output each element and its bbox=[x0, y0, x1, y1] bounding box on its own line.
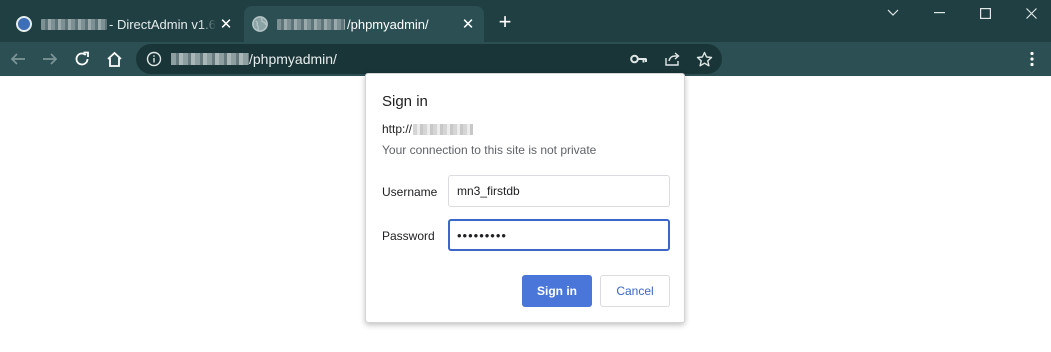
home-icon[interactable] bbox=[101, 46, 127, 72]
chevron-down-icon[interactable] bbox=[870, 0, 916, 26]
reload-icon[interactable] bbox=[69, 46, 95, 72]
dialog-origin: http:// bbox=[382, 122, 474, 136]
globe-icon bbox=[252, 16, 268, 32]
star-icon[interactable] bbox=[695, 50, 713, 68]
browser-toolbar: /phpmyadmin/ bbox=[0, 42, 1051, 76]
site-favicon-icon bbox=[16, 16, 32, 32]
connection-warning: Your connection to this site is not priv… bbox=[382, 143, 597, 157]
plus-icon[interactable]: + bbox=[494, 11, 516, 34]
dialog-title: Sign in bbox=[382, 93, 428, 110]
window-close-icon[interactable] bbox=[1008, 0, 1051, 26]
blurred-domain bbox=[171, 53, 249, 65]
close-icon[interactable]: ✕ bbox=[458, 14, 478, 34]
forward-arrow-icon[interactable] bbox=[37, 46, 63, 72]
sign-in-dialog: Sign in http:// Your connection to this … bbox=[365, 73, 685, 323]
key-icon[interactable] bbox=[630, 50, 648, 68]
sign-in-button[interactable]: Sign in bbox=[522, 275, 592, 307]
username-field[interactable] bbox=[448, 175, 670, 207]
blurred-domain bbox=[41, 18, 107, 30]
url-path: /phpmyadmin/ bbox=[249, 51, 337, 67]
back-arrow-icon[interactable] bbox=[5, 46, 31, 72]
origin-scheme: http:// bbox=[382, 122, 413, 136]
tab-directadmin[interactable]: - DirectAdmin v1.64 ✕ bbox=[8, 6, 242, 42]
blurred-domain bbox=[277, 18, 345, 30]
minimize-icon[interactable] bbox=[916, 0, 962, 26]
info-icon[interactable] bbox=[146, 51, 162, 67]
tab-phpmyadmin[interactable]: /phpmyadmin/ ✕ bbox=[244, 6, 484, 42]
cancel-button[interactable]: Cancel bbox=[600, 275, 670, 307]
address-bar[interactable]: /phpmyadmin/ bbox=[136, 44, 722, 74]
blurred-host bbox=[413, 123, 474, 135]
share-icon[interactable] bbox=[663, 50, 681, 68]
username-label: Username bbox=[382, 185, 438, 199]
close-icon[interactable]: ✕ bbox=[216, 14, 236, 34]
password-field[interactable] bbox=[448, 219, 670, 251]
tab-title: /phpmyadmin/ bbox=[347, 16, 429, 32]
tab-title: - DirectAdmin v1.64 bbox=[109, 16, 216, 32]
password-label: Password bbox=[382, 229, 435, 243]
maximize-icon[interactable] bbox=[962, 0, 1008, 26]
tab-strip: - DirectAdmin v1.64 ✕ /phpmyadmin/ ✕ + bbox=[0, 0, 1051, 42]
more-vertical-icon[interactable] bbox=[1022, 49, 1042, 69]
